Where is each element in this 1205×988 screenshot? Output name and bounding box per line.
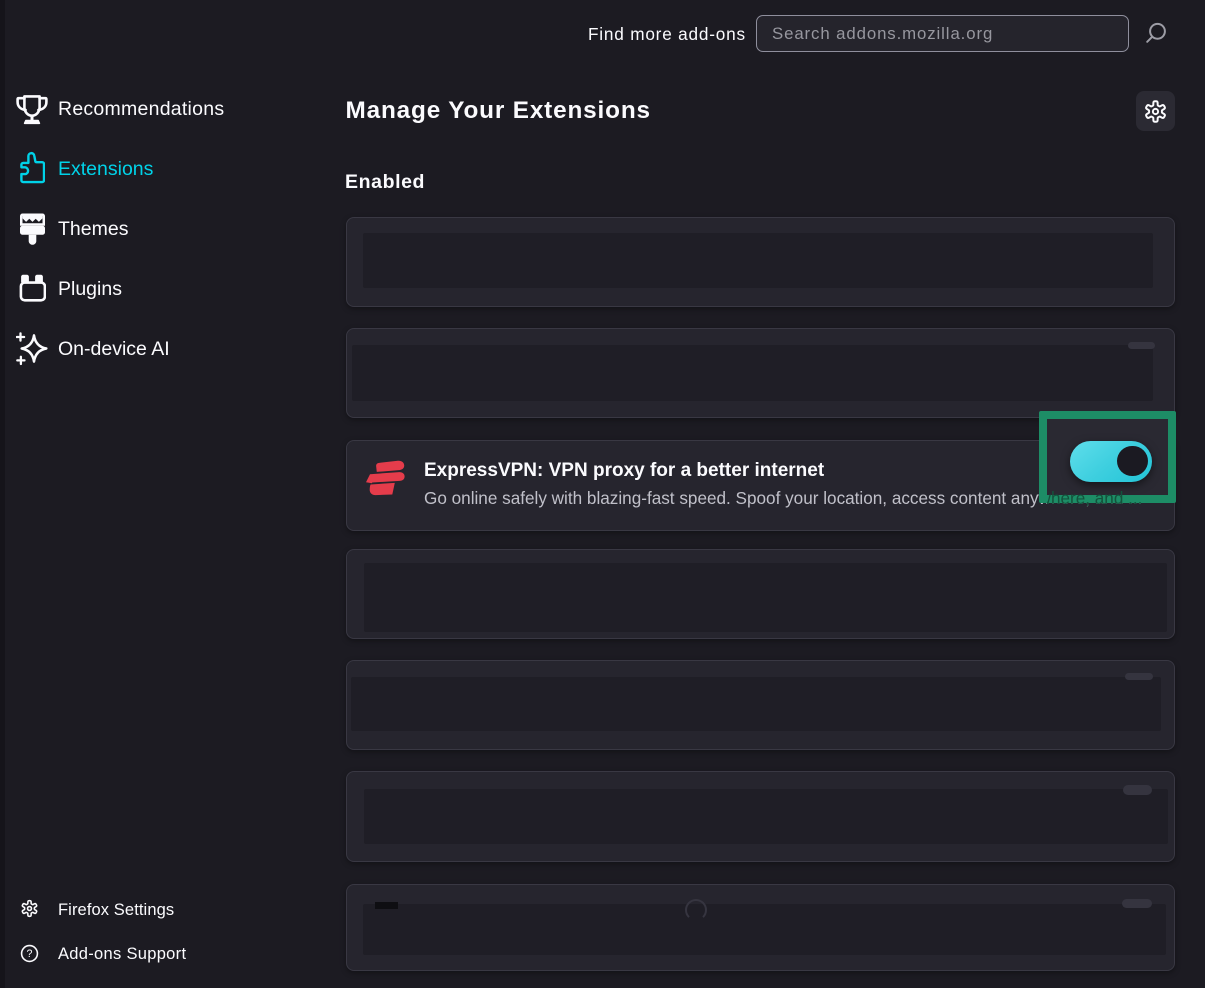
svg-text:?: ?: [27, 948, 33, 960]
